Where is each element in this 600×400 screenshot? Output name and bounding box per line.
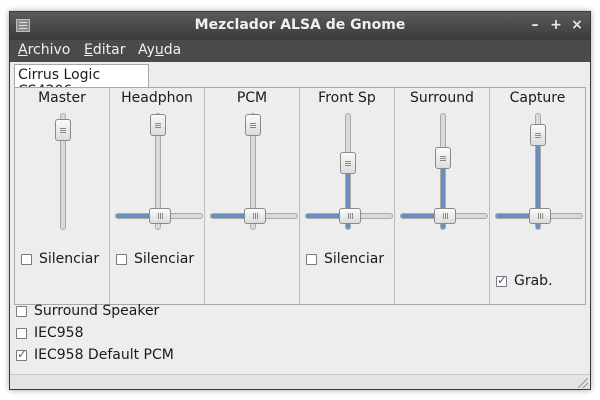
window-title: Mezclador ALSA de Gnome [194,17,406,33]
menu-label: da [163,42,182,58]
menu-editar[interactable]: Editar [84,42,125,58]
menu-label: ditar [92,42,126,58]
checkbox[interactable] [21,253,32,265]
switch-surround-speaker[interactable]: Surround Speaker [16,303,159,319]
close-button[interactable]: × [569,17,585,33]
mute-toggle[interactable]: Silenciar [21,251,99,267]
switch-label: IEC958 Default PCM [34,347,174,363]
checkbox[interactable] [306,253,317,265]
channel-label: Master [38,90,86,106]
volume-slider-handle[interactable] [244,114,261,136]
title-bar[interactable]: Mezclador ALSA de Gnome – + × [10,12,590,40]
checkbox[interactable] [16,305,27,317]
menu-label: Ay [138,42,155,58]
menu-bar: Archivo Editar Ayuda [10,40,590,62]
checkbox[interactable] [496,273,507,287]
resize-grip-icon[interactable] [578,378,588,388]
menu-archivo[interactable]: Archivo [18,42,70,58]
channel-label: Surround [410,90,474,106]
mixer-window: Mezclador ALSA de Gnome – + × Archivo Ed… [9,11,591,390]
mnemonic: u [154,42,164,58]
channel-strip: Surround [395,88,490,304]
balance-slider-handle[interactable] [433,208,456,224]
channel-label: Front Sp [318,90,376,106]
checkbox[interactable] [16,347,27,361]
checkbox-label: Silenciar [324,251,385,267]
channel-strip: PCM [205,88,300,304]
minimize-button[interactable]: – [527,17,543,33]
menu-ayuda[interactable]: Ayuda [138,42,181,58]
volume-slider-handle[interactable] [54,118,71,141]
capture-toggle[interactable]: Grab. [496,273,553,289]
balance-slider-handle[interactable] [243,208,266,224]
mnemonic: E [84,42,93,58]
balance-slider[interactable] [209,208,298,224]
checkbox[interactable] [16,327,27,339]
status-bar [10,374,590,389]
balance-slider-handle[interactable] [528,208,551,224]
volume-slider-handle[interactable] [434,147,451,170]
balance-slider-handle[interactable] [338,208,361,224]
mute-toggle[interactable]: Silenciar [306,251,384,267]
tab-cirrus-logic[interactable]: Cirrus Logic CS4206 [14,64,149,99]
checkbox-label: Silenciar [134,251,195,267]
balance-slider[interactable] [494,208,583,224]
menu-label: rchivo [27,42,71,58]
checkbox-label: Grab. [514,273,553,289]
switch-iec958-default-pcm[interactable]: IEC958 Default PCM [16,347,174,363]
channel-strip: Headphon Silenciar [110,88,205,304]
balance-slider[interactable] [114,208,203,224]
switch-iec958[interactable]: IEC958 [16,325,83,341]
mnemonic: A [18,42,28,58]
volume-slider-handle[interactable] [529,123,546,146]
mixer-panel: Master Silenciar Headphon Silenciar PCM Front… [14,87,586,305]
switch-label: IEC958 [34,325,84,341]
channel-label: PCM [236,90,268,106]
channel-label: Headphon [121,90,193,106]
checkbox-label: Silenciar [39,251,100,267]
balance-slider[interactable] [304,208,393,224]
checkbox[interactable] [116,253,127,265]
maximize-button[interactable]: + [548,17,564,33]
volume-slider-handle[interactable] [149,114,166,136]
volume-slider-handle[interactable] [339,152,356,174]
channel-label: Capture [509,90,566,106]
channel-strip: Front Sp Silenciar [300,88,395,304]
balance-slider[interactable] [399,208,488,224]
volume-slider[interactable] [54,113,71,230]
channel-strip: Master Silenciar [15,88,110,304]
channel-strip: Capture Grab. [490,88,585,304]
mute-toggle[interactable]: Silenciar [116,251,194,267]
switch-label: Surround Speaker [34,303,160,319]
balance-slider-handle[interactable] [148,208,171,224]
